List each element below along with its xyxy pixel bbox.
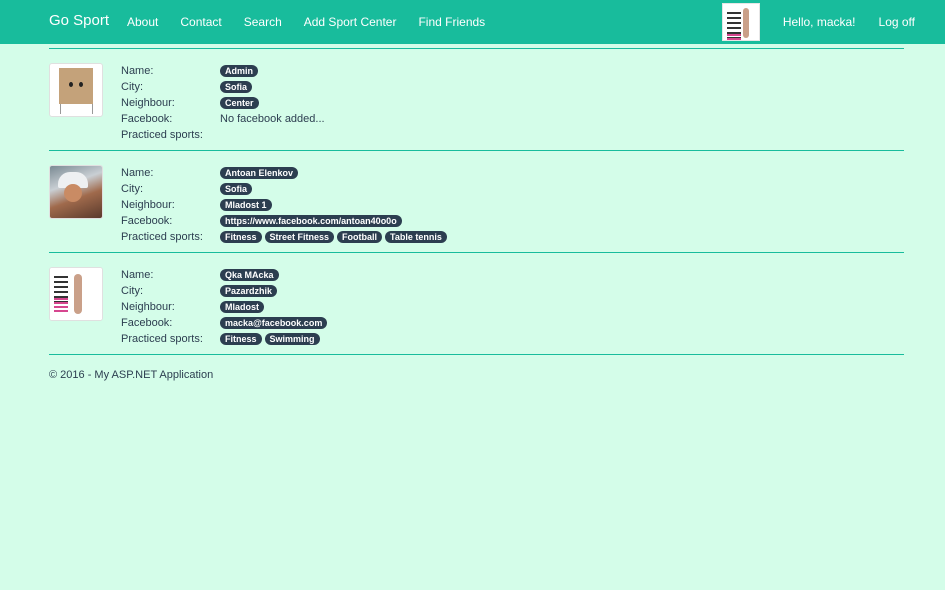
neighbour-label: Neighbour:: [121, 199, 175, 211]
nav-user-area: Hello, macka! Log off: [721, 3, 915, 41]
city-label: City:: [121, 81, 143, 93]
sports-label: Practiced sports:: [121, 231, 203, 243]
sport-badge: Swimming: [264, 333, 320, 345]
sport-badge: Fitness: [220, 231, 262, 243]
name-label: Name:: [121, 65, 154, 77]
user-photo: [49, 63, 103, 117]
neighbour-label: Neighbour:: [121, 301, 175, 313]
profile-photo-icon: [50, 166, 102, 218]
user-list: Name: City: Neighbour: Facebook: Practic…: [49, 48, 904, 381]
city-label: City:: [121, 285, 143, 297]
nav-links: About Contact Search Add Sport Center Fi…: [127, 15, 507, 29]
sport-badge: Street Fitness: [264, 231, 335, 243]
sports-list: Fitness Swimming: [220, 331, 330, 347]
user-row: Name: City: Neighbour: Facebook: Practic…: [49, 49, 904, 150]
nav-about-link[interactable]: About: [127, 15, 158, 29]
name-label: Name:: [121, 167, 154, 179]
city-badge: Sofia: [220, 81, 253, 93]
user-row: Name: City: Neighbour: Facebook: Practic…: [49, 151, 904, 252]
facebook-badge: macka@facebook.com: [220, 317, 328, 329]
name-badge: Qka MAcka: [220, 269, 279, 281]
sport-badge: Table tennis: [385, 231, 447, 243]
facebook-value: No facebook added...: [220, 113, 325, 125]
navbar: Go Sport About Contact Search Add Sport …: [0, 0, 945, 44]
field-values: Qka MAcka Pazardzhik Mladost macka@faceb…: [220, 267, 330, 347]
facebook-label: Facebook:: [121, 215, 173, 227]
sports-label: Practiced sports:: [121, 129, 203, 141]
user-row: Name: City: Neighbour: Facebook: Practic…: [49, 253, 904, 354]
magazine-cover-icon: [50, 268, 102, 320]
sport-badge: Football: [337, 231, 383, 243]
nav-search-link[interactable]: Search: [244, 15, 282, 29]
field-values: Antoan Elenkov Sofia Mladost 1 https://w…: [220, 165, 450, 245]
sports-label: Practiced sports:: [121, 333, 203, 345]
facebook-badge: https://www.facebook.com/antoan40o0o: [220, 215, 402, 227]
user-photo: [49, 267, 103, 321]
neighbour-label: Neighbour:: [121, 97, 175, 109]
greeting-link[interactable]: Hello, macka!: [783, 15, 856, 29]
facebook-label: Facebook:: [121, 317, 173, 329]
nav-add-sport-center-link[interactable]: Add Sport Center: [304, 15, 397, 29]
sports-list: [220, 127, 325, 143]
footer: © 2016 - My ASP.NET Application: [49, 369, 214, 381]
neighbour-badge: Mladost: [220, 301, 265, 313]
facebook-label: Facebook:: [121, 113, 173, 125]
user-photo: [49, 165, 103, 219]
nav-find-friends-link[interactable]: Find Friends: [418, 15, 485, 29]
city-badge: Pazardzhik: [220, 285, 278, 297]
city-badge: Sofia: [220, 183, 253, 195]
name-badge: Admin: [220, 65, 258, 77]
sports-list: Fitness Street Fitness Football Table te…: [220, 229, 450, 245]
paper-bag-icon: [59, 68, 93, 104]
field-labels: Name: City: Neighbour: Facebook: Practic…: [121, 165, 203, 245]
user-avatar[interactable]: [721, 3, 760, 41]
field-labels: Name: City: Neighbour: Facebook: Practic…: [121, 267, 203, 347]
neighbour-badge: Center: [220, 97, 259, 109]
field-values: Admin Sofia Center No facebook added...: [220, 63, 325, 143]
sport-badge: Fitness: [220, 333, 262, 345]
field-labels: Name: City: Neighbour: Facebook: Practic…: [121, 63, 203, 143]
city-label: City:: [121, 183, 143, 195]
divider: [49, 354, 904, 355]
neighbour-badge: Mladost 1: [220, 199, 272, 211]
name-label: Name:: [121, 269, 154, 281]
avatar-image-icon: [722, 4, 759, 40]
logoff-link[interactable]: Log off: [879, 15, 915, 29]
name-badge: Antoan Elenkov: [220, 167, 299, 179]
nav-contact-link[interactable]: Contact: [180, 15, 221, 29]
brand-link[interactable]: Go Sport: [49, 12, 109, 29]
